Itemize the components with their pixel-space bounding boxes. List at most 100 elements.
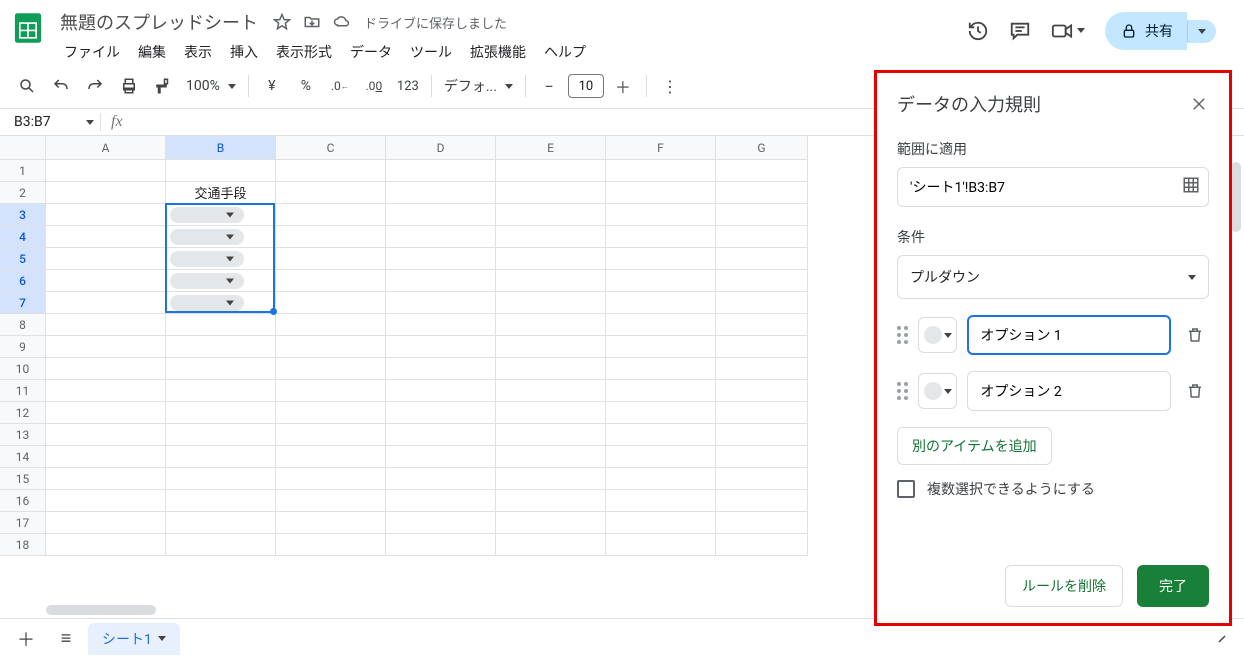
cell-B15[interactable] [166, 468, 276, 490]
share-dropdown[interactable] [1187, 20, 1216, 43]
select-range-icon[interactable] [1182, 176, 1200, 198]
cell-E10[interactable] [496, 358, 606, 380]
row-header-3[interactable]: 3 [0, 204, 46, 226]
cell-A14[interactable] [46, 446, 166, 468]
cell-D10[interactable] [386, 358, 496, 380]
range-input[interactable] [910, 179, 1182, 195]
cell-A12[interactable] [46, 402, 166, 424]
cell-E1[interactable] [496, 160, 606, 182]
font-size-input[interactable]: 10 [568, 74, 604, 98]
cell-C7[interactable] [276, 292, 386, 314]
cell-E4[interactable] [496, 226, 606, 248]
cell-A3[interactable] [46, 204, 166, 226]
cell-C17[interactable] [276, 512, 386, 534]
dropdown-chip[interactable] [170, 207, 244, 223]
dropdown-chip[interactable] [170, 273, 244, 289]
cell-B4[interactable] [166, 226, 276, 248]
col-header-C[interactable]: C [276, 136, 386, 160]
cell-D12[interactable] [386, 402, 496, 424]
cell-A8[interactable] [46, 314, 166, 336]
row-header-11[interactable]: 11 [0, 380, 46, 402]
add-sheet-button[interactable]: ＋ [8, 624, 44, 654]
cell-C11[interactable] [276, 380, 386, 402]
more-toolbar-icon[interactable]: ⋮ [655, 71, 685, 101]
row-header-12[interactable]: 12 [0, 402, 46, 424]
cell-D8[interactable] [386, 314, 496, 336]
menu-insert[interactable]: 挿入 [222, 38, 266, 66]
cell-G6[interactable] [716, 270, 808, 292]
cell-G4[interactable] [716, 226, 808, 248]
cell-E9[interactable] [496, 336, 606, 358]
col-header-B[interactable]: B [166, 136, 276, 160]
cell-D11[interactable] [386, 380, 496, 402]
cell-G10[interactable] [716, 358, 808, 380]
row-header-5[interactable]: 5 [0, 248, 46, 270]
cell-G8[interactable] [716, 314, 808, 336]
cell-F14[interactable] [606, 446, 716, 468]
cell-E17[interactable] [496, 512, 606, 534]
cell-E12[interactable] [496, 402, 606, 424]
cell-D9[interactable] [386, 336, 496, 358]
dropdown-chip[interactable] [170, 229, 244, 245]
cell-G2[interactable] [716, 182, 808, 204]
cell-C9[interactable] [276, 336, 386, 358]
col-header-F[interactable]: F [606, 136, 716, 160]
menu-view[interactable]: 表示 [176, 38, 220, 66]
cell-C6[interactable] [276, 270, 386, 292]
cell-C3[interactable] [276, 204, 386, 226]
dropdown-chip[interactable] [170, 295, 244, 311]
cell-B2[interactable]: 交通手段 [166, 182, 276, 204]
cell-F15[interactable] [606, 468, 716, 490]
cell-D7[interactable] [386, 292, 496, 314]
cell-D1[interactable] [386, 160, 496, 182]
undo-icon[interactable] [46, 71, 76, 101]
cell-G11[interactable] [716, 380, 808, 402]
cell-D5[interactable] [386, 248, 496, 270]
row-header-7[interactable]: 7 [0, 292, 46, 314]
cell-B10[interactable] [166, 358, 276, 380]
cell-C15[interactable] [276, 468, 386, 490]
cell-F6[interactable] [606, 270, 716, 292]
row-header-2[interactable]: 2 [0, 182, 46, 204]
cell-F5[interactable] [606, 248, 716, 270]
cell-D3[interactable] [386, 204, 496, 226]
cell-E16[interactable] [496, 490, 606, 512]
delete-option-1-icon[interactable] [1181, 321, 1209, 349]
fx-icon[interactable]: fx [100, 113, 133, 131]
multi-select-row[interactable]: 複数選択できるようにする [897, 479, 1209, 503]
cell-E8[interactable] [496, 314, 606, 336]
print-icon[interactable] [114, 71, 144, 101]
cell-E15[interactable] [496, 468, 606, 490]
cell-B8[interactable] [166, 314, 276, 336]
cell-E2[interactable] [496, 182, 606, 204]
menu-extensions[interactable]: 拡張機能 [462, 38, 534, 66]
cell-D17[interactable] [386, 512, 496, 534]
cell-G16[interactable] [716, 490, 808, 512]
cell-B12[interactable] [166, 402, 276, 424]
currency-button[interactable]: ¥ [257, 71, 287, 101]
cell-D14[interactable] [386, 446, 496, 468]
cell-D6[interactable] [386, 270, 496, 292]
star-icon[interactable] [272, 12, 292, 32]
cloud-icon[interactable] [332, 12, 352, 32]
cell-F9[interactable] [606, 336, 716, 358]
cell-A5[interactable] [46, 248, 166, 270]
delete-rule-button[interactable]: ルールを削除 [1005, 565, 1123, 607]
cell-G5[interactable] [716, 248, 808, 270]
delete-option-2-icon[interactable] [1181, 377, 1209, 405]
cell-F11[interactable] [606, 380, 716, 402]
cell-G3[interactable] [716, 204, 808, 226]
criteria-select[interactable]: プルダウン [897, 255, 1209, 299]
cell-D2[interactable] [386, 182, 496, 204]
cell-C18[interactable] [276, 534, 386, 556]
cell-F8[interactable] [606, 314, 716, 336]
done-button[interactable]: 完了 [1137, 565, 1209, 607]
cell-C1[interactable] [276, 160, 386, 182]
meet-icon[interactable] [1049, 18, 1075, 44]
row-header-10[interactable]: 10 [0, 358, 46, 380]
cell-E5[interactable] [496, 248, 606, 270]
sheets-logo[interactable] [8, 8, 48, 48]
cell-C13[interactable] [276, 424, 386, 446]
cell-F10[interactable] [606, 358, 716, 380]
cell-B6[interactable] [166, 270, 276, 292]
